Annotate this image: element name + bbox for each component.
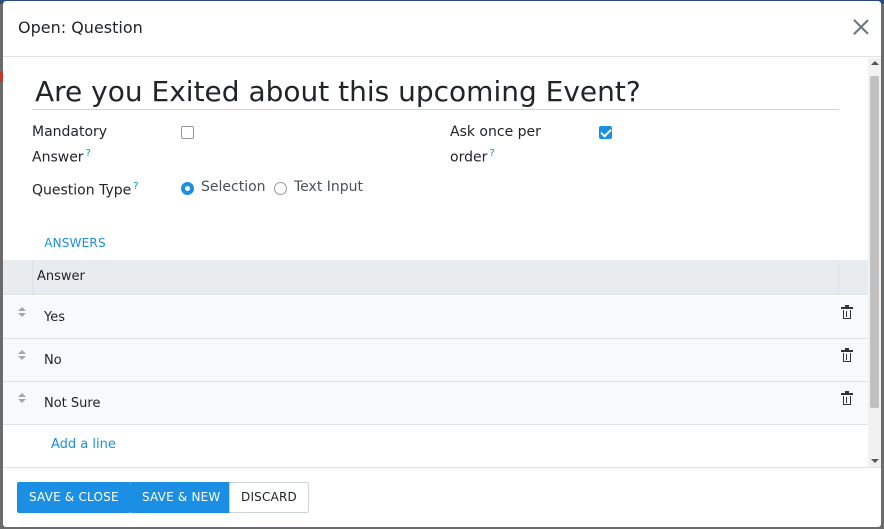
tab-answers[interactable]: ANSWERS	[32, 229, 118, 261]
radio-selection-label[interactable]: Selection	[201, 177, 266, 197]
ask-once-label-line2: order	[450, 149, 488, 166]
mandatory-answer-label: Mandatory Answer?	[32, 121, 107, 169]
help-icon[interactable]: ?	[133, 181, 138, 192]
question-type-label-text: Question Type	[32, 182, 132, 199]
answer-cell[interactable]: Not Sure	[44, 396, 100, 411]
save-close-button[interactable]: SAVE & CLOSE	[17, 482, 131, 513]
answer-cell[interactable]: No	[44, 353, 62, 368]
close-icon[interactable]	[851, 17, 871, 37]
question-type-label: Question Type?	[32, 176, 139, 202]
question-title-input[interactable]: Are you Exited about this upcoming Event…	[32, 74, 839, 110]
save-new-button[interactable]: SAVE & NEW	[130, 482, 233, 513]
drag-handle-icon[interactable]	[17, 307, 27, 321]
drag-handle-icon[interactable]	[17, 350, 27, 364]
trash-icon[interactable]	[841, 305, 853, 319]
table-row[interactable]: Yes	[3, 296, 868, 339]
ask-once-checkbox[interactable]	[599, 126, 612, 139]
radio-selection[interactable]	[181, 182, 194, 195]
answer-cell[interactable]: Yes	[44, 310, 65, 325]
ask-once-label: Ask once per order?	[450, 121, 541, 169]
help-icon[interactable]: ?	[489, 148, 494, 159]
table-row[interactable]: Not Sure	[3, 382, 868, 425]
question-dialog: Open: Question Are you Exited about this…	[3, 1, 881, 527]
scrollbar-thumb[interactable]	[870, 76, 879, 408]
table-row[interactable]: No	[3, 339, 868, 382]
handle-column-header	[3, 260, 33, 295]
mandatory-label-line1: Mandatory	[32, 124, 108, 140]
help-icon[interactable]: ?	[86, 148, 91, 159]
answer-column-header[interactable]: Answer	[37, 269, 85, 284]
radio-text-input-label[interactable]: Text Input	[294, 177, 363, 197]
dialog-body: Are you Exited about this upcoming Event…	[3, 58, 881, 467]
answers-table-header: Answer	[3, 260, 868, 295]
delete-column-header	[838, 260, 868, 295]
dialog-header: Open: Question	[3, 1, 881, 57]
trash-icon[interactable]	[841, 391, 853, 405]
dialog-footer: SAVE & CLOSE SAVE & NEW DISCARD	[3, 467, 881, 527]
ask-once-label-line1: Ask once per	[450, 124, 541, 140]
scroll-up-arrow-icon[interactable]	[871, 61, 879, 65]
mandatory-answer-checkbox[interactable]	[181, 126, 194, 139]
add-line-link[interactable]: Add a line	[51, 437, 116, 452]
mandatory-label-line2: Answer	[32, 149, 84, 166]
trash-icon[interactable]	[841, 348, 853, 362]
discard-button[interactable]: DISCARD	[229, 482, 309, 513]
radio-text-input[interactable]	[274, 182, 287, 195]
dialog-title: Open: Question	[18, 18, 143, 37]
scroll-down-arrow-icon[interactable]	[871, 459, 879, 463]
drag-handle-icon[interactable]	[17, 393, 27, 407]
scrollbar[interactable]	[868, 58, 881, 467]
